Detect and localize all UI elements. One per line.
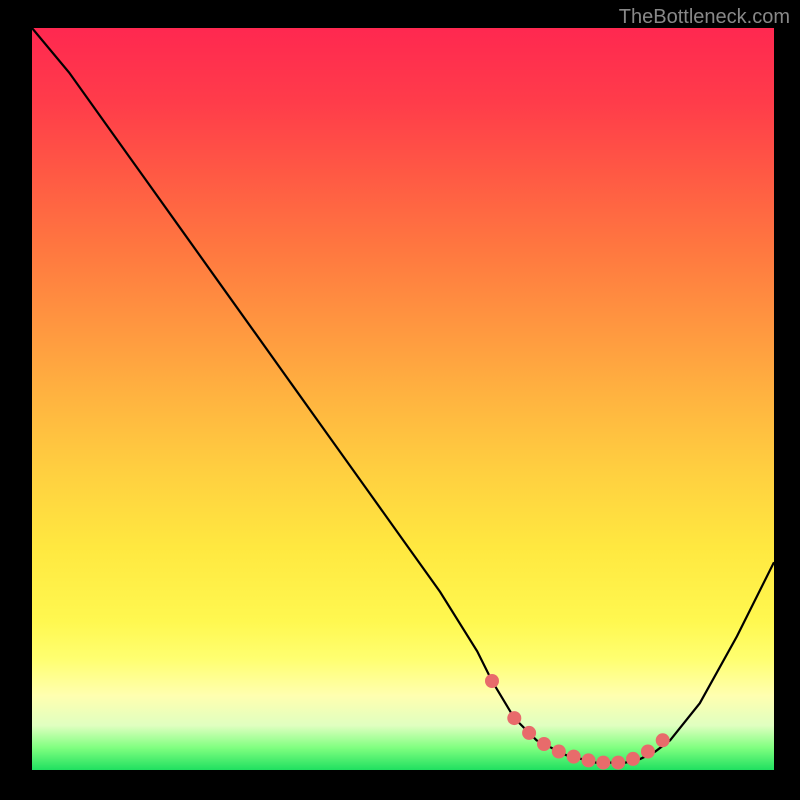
plot-area bbox=[32, 28, 774, 770]
marker-dot bbox=[582, 753, 596, 767]
marker-dot bbox=[596, 756, 610, 770]
watermark-text: TheBottleneck.com bbox=[619, 6, 790, 29]
optimal-range-markers bbox=[485, 674, 670, 770]
chart-svg bbox=[32, 28, 774, 770]
bottleneck-curve bbox=[32, 28, 774, 763]
marker-dot bbox=[485, 674, 499, 688]
chart-container: TheBottleneck.com bbox=[0, 0, 800, 800]
marker-dot bbox=[641, 745, 655, 759]
marker-dot bbox=[656, 733, 670, 747]
marker-dot bbox=[522, 726, 536, 740]
marker-dot bbox=[567, 750, 581, 764]
marker-dot bbox=[626, 752, 640, 766]
marker-dot bbox=[552, 745, 566, 759]
marker-dot bbox=[537, 737, 551, 751]
marker-dot bbox=[611, 756, 625, 770]
marker-dot bbox=[507, 711, 521, 725]
